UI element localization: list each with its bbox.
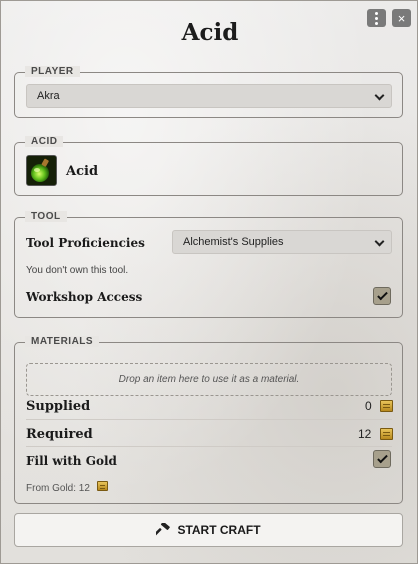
dropzone-text: Drop an item here to use it as a materia… [118,374,300,385]
player-section: PLAYER Akra [14,66,403,118]
tool-legend: TOOL [25,211,67,222]
close-icon: × [397,10,406,26]
tool-proficiencies-value: Alchemist's Supplies [183,236,284,248]
green-flask-icon [27,156,56,185]
tool-proficiencies-select[interactable]: Alchemist's Supplies [172,230,392,254]
chevron-down-icon [374,236,385,247]
workshop-access-checkbox[interactable] [373,287,391,305]
menu-button[interactable] [367,9,386,27]
item-name: Acid [66,164,99,179]
material-dropzone[interactable]: Drop an item here to use it as a materia… [26,363,392,396]
item-legend: ACID [25,136,64,147]
hammer-icon [156,523,171,536]
divider [26,419,392,420]
required-value: 12 [358,427,372,441]
from-gold-text: From Gold: 12 [26,483,90,494]
item-section: ACID Acid [14,136,403,196]
gold-coin-icon [97,481,108,491]
player-select-value: Akra [37,90,60,102]
start-craft-button[interactable]: START CRAFT [14,513,403,547]
vertical-dots-icon [375,11,378,25]
window-title: Acid [181,19,239,46]
fill-with-gold-checkbox[interactable] [373,450,391,468]
fill-with-gold-label: Fill with Gold [26,454,117,468]
close-button[interactable]: × [392,9,411,27]
chevron-down-icon [374,90,385,101]
required-label: Required [26,427,93,442]
start-craft-label: START CRAFT [177,523,261,537]
tool-ownership-note: You don't own this tool. [26,265,129,276]
materials-legend: MATERIALS [25,336,100,347]
gold-coin-icon [380,428,393,440]
craft-window: Acid × PLAYER Akra ACID Acid TOOL Tool P… [0,0,418,564]
materials-section: MATERIALS Drop an item here to use it as… [14,336,403,504]
supplied-label: Supplied [26,399,91,414]
player-legend: PLAYER [25,66,80,77]
supplied-value: 0 [365,399,372,413]
workshop-access-label: Workshop Access [26,290,143,304]
tool-section: TOOL Tool Proficiencies Alchemist's Supp… [14,211,403,318]
gold-coin-icon [380,400,393,412]
tool-proficiencies-label: Tool Proficiencies [26,236,145,250]
item-image [26,155,57,186]
divider [26,446,392,447]
player-select[interactable]: Akra [26,84,392,108]
